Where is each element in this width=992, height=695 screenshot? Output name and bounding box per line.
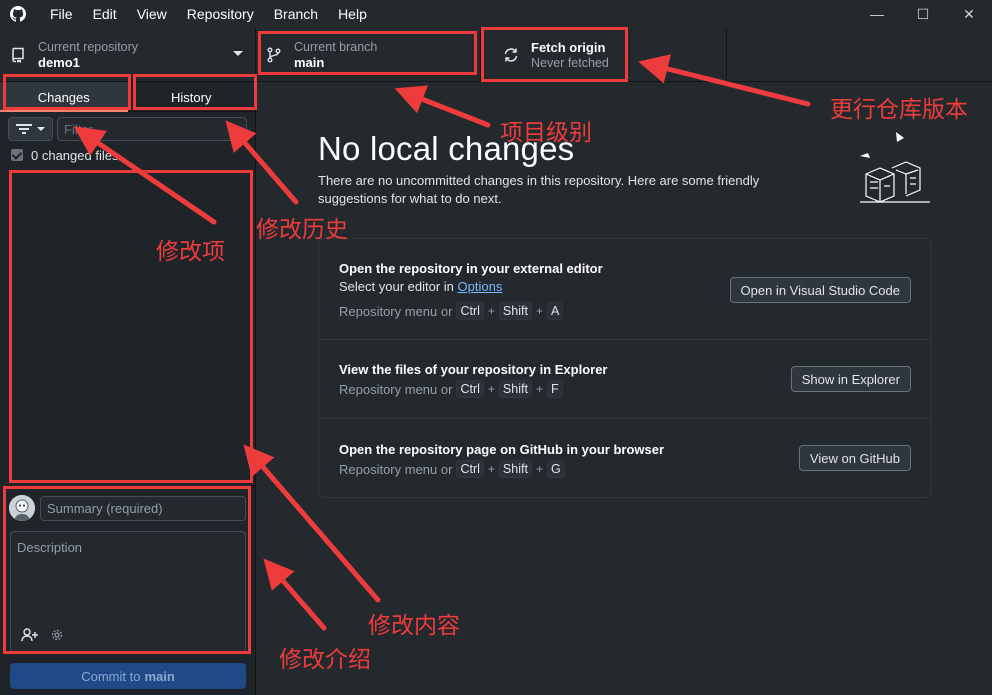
key-shift: Shift: [498, 380, 532, 398]
plus-sign: +: [487, 382, 495, 396]
card-editor-prefix: Select your editor in: [339, 279, 458, 294]
menu-file[interactable]: File: [40, 0, 83, 28]
fetch-origin-status: Never fetched: [531, 55, 609, 70]
chevron-down-icon: [37, 127, 45, 131]
current-repository-value: demo1: [38, 54, 80, 70]
plus-sign: +: [487, 304, 495, 318]
annotation-modify-intro: 修改介绍: [279, 647, 371, 673]
card-shortcut: Repository menu or Ctrl + Shift + F: [339, 380, 563, 398]
description-tools: [21, 628, 63, 642]
sidebar: Changes History 0 changed files: [0, 82, 256, 695]
commit-button-prefix: Commit to: [81, 668, 141, 684]
shortcut-prefix: Repository menu or: [339, 381, 453, 397]
summary-row: [0, 487, 255, 521]
key-ctrl: Ctrl: [456, 460, 484, 478]
avatar: [9, 495, 35, 521]
window-controls: — ☐ ✕: [854, 0, 992, 28]
tab-changes[interactable]: Changes: [0, 82, 128, 112]
card-view-github: Open the repository page on GitHub in yo…: [319, 419, 931, 497]
toolbar: Current repository demo1 Current branch …: [0, 28, 992, 82]
key-g: G: [546, 460, 565, 478]
select-all-checkbox[interactable]: [11, 149, 23, 161]
close-button[interactable]: ✕: [946, 0, 992, 28]
annotation-modify-content: 修改内容: [368, 613, 460, 639]
tab-history[interactable]: History: [128, 82, 256, 112]
card-shortcut: Repository menu or Ctrl + Shift + G: [339, 460, 565, 478]
key-ctrl: Ctrl: [456, 380, 484, 398]
commit-button[interactable]: Commit to main: [10, 663, 246, 689]
plus-sign: +: [535, 304, 543, 318]
menu-help[interactable]: Help: [328, 0, 377, 28]
changed-files-count: 0 changed files: [31, 147, 119, 163]
fetch-origin-button[interactable]: Fetch origin Never fetched: [481, 28, 727, 82]
filter-row: [0, 112, 255, 146]
current-repository-label: Current repository: [38, 39, 139, 54]
maximize-button[interactable]: ☐: [900, 0, 946, 28]
empty-state-illustration-icon: [860, 132, 930, 203]
menu-bar: File Edit View Repository Branch Help: [40, 0, 377, 28]
card-title: View the files of your repository in Exp…: [339, 362, 608, 377]
shortcut-prefix: Repository menu or: [339, 303, 453, 319]
menu-edit[interactable]: Edit: [83, 0, 127, 28]
card-title: Open the repository in your external edi…: [339, 261, 603, 276]
main-content: No local changes There are no uncommitte…: [256, 82, 992, 695]
chevron-down-icon: [233, 51, 243, 56]
add-coauthor-icon[interactable]: [21, 628, 39, 642]
commit-description-input[interactable]: [11, 532, 245, 622]
menu-repository[interactable]: Repository: [177, 0, 264, 28]
open-in-vscode-button[interactable]: Open in Visual Studio Code: [729, 277, 911, 303]
key-ctrl: Ctrl: [456, 302, 484, 320]
user-avatar-icon: [9, 495, 35, 521]
page-description: There are no uncommitted changes in this…: [318, 173, 760, 206]
key-f: F: [546, 380, 563, 398]
card-title: Open the repository page on GitHub in yo…: [339, 442, 665, 457]
card-shortcut: Repository menu or Ctrl + Shift + A: [339, 302, 564, 320]
key-shift: Shift: [498, 460, 532, 478]
card-show-explorer: View the files of your repository in Exp…: [319, 340, 931, 419]
current-branch-button[interactable]: Current branch main: [256, 28, 481, 82]
current-repository-button[interactable]: Current repository demo1: [0, 28, 256, 82]
commit-summary-input[interactable]: [40, 495, 246, 521]
current-branch-value: main: [294, 54, 325, 70]
minimize-button[interactable]: —: [854, 0, 900, 28]
show-in-explorer-button[interactable]: Show in Explorer: [790, 366, 911, 392]
filter-icon: [16, 124, 32, 134]
title-bar: File Edit View Repository Branch Help — …: [0, 0, 992, 28]
suggestions-panel: Open the repository in your external edi…: [318, 238, 932, 498]
commit-area: Commit to main: [0, 486, 255, 695]
annotation-modify-items: 修改项: [156, 239, 225, 265]
view-on-github-button[interactable]: View on GitHub: [798, 445, 911, 471]
current-branch-label: Current branch: [294, 39, 378, 54]
options-link[interactable]: Options: [458, 279, 503, 294]
changed-files-header: 0 changed files: [0, 146, 255, 164]
key-a: A: [546, 302, 564, 320]
filter-options-button[interactable]: [8, 117, 53, 141]
card-editor-line: Select your editor in Options: [339, 279, 502, 294]
annotation-project-level: 项目级别: [500, 120, 592, 146]
changed-files-list: [0, 176, 255, 486]
repo-icon: [12, 47, 24, 63]
filter-input[interactable]: [57, 117, 247, 141]
menu-branch[interactable]: Branch: [264, 0, 328, 28]
commit-button-branch: main: [144, 668, 175, 684]
github-logo-icon[interactable]: [10, 6, 26, 22]
plus-sign: +: [535, 462, 543, 476]
plus-sign: +: [487, 462, 495, 476]
commit-description-box: [10, 531, 246, 653]
annotation-modify-history: 修改历史: [256, 217, 348, 243]
sync-icon: [504, 48, 518, 62]
gear-icon[interactable]: [51, 629, 63, 641]
plus-sign: +: [535, 382, 543, 396]
fetch-origin-title: Fetch origin: [531, 39, 606, 55]
branch-icon: [267, 47, 281, 63]
sidebar-tabs: Changes History: [0, 82, 255, 112]
card-open-editor: Open the repository in your external edi…: [319, 239, 931, 340]
key-shift: Shift: [498, 302, 532, 320]
shortcut-prefix: Repository menu or: [339, 461, 453, 477]
menu-view[interactable]: View: [127, 0, 177, 28]
annotation-update-repo: 更行仓库版本: [830, 97, 968, 123]
